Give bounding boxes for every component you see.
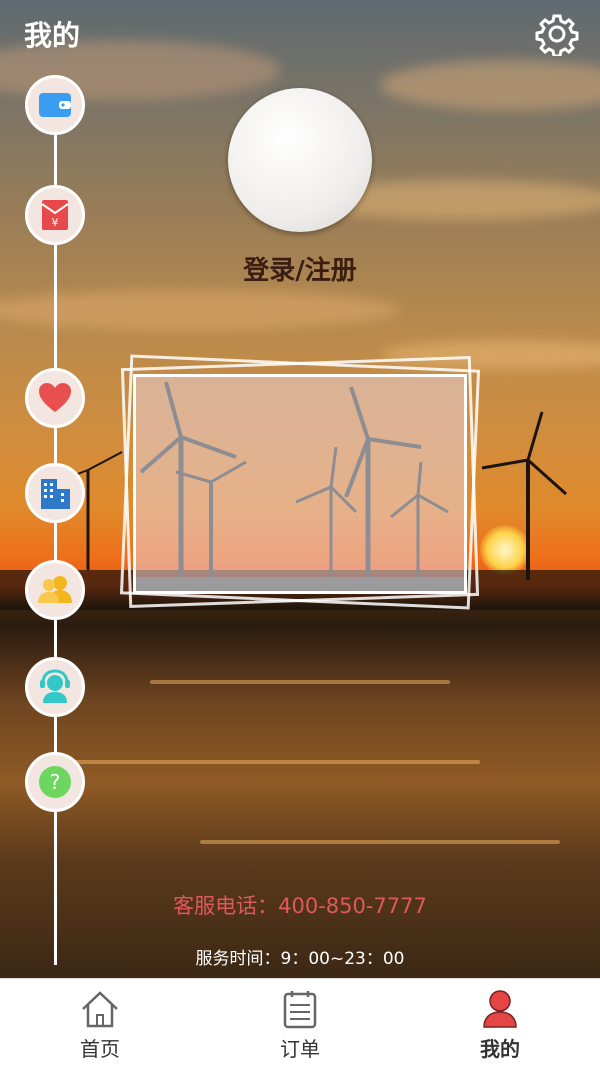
favorites-button[interactable] <box>25 368 85 428</box>
photo-image <box>133 374 467 594</box>
help-button[interactable]: ? <box>25 752 85 812</box>
customer-service-button[interactable] <box>25 657 85 717</box>
svg-text:¥: ¥ <box>52 216 59 229</box>
tab-orders[interactable]: 订单 <box>200 979 400 1068</box>
tab-home-label: 首页 <box>80 1037 120 1061</box>
cloud <box>0 290 400 330</box>
customer-service-icon <box>40 669 70 703</box>
tab-me[interactable]: 我的 <box>400 979 600 1068</box>
person-icon <box>483 990 517 1028</box>
contacts-button[interactable] <box>25 560 85 620</box>
avatar[interactable] <box>228 88 372 232</box>
heart-icon <box>39 383 71 412</box>
company-button[interactable] <box>25 463 85 523</box>
tab-home[interactable]: 首页 <box>0 979 200 1068</box>
wind-turbines-image <box>136 381 464 591</box>
wallet-icon <box>39 93 71 117</box>
page-title: 我的 <box>24 19 81 52</box>
building-icon <box>41 479 70 509</box>
login-register-button[interactable]: 登录/注册 <box>200 250 400 287</box>
water-glint <box>60 760 480 764</box>
tab-me-label: 我的 <box>480 1037 520 1061</box>
wind-turbine <box>481 411 568 580</box>
orders-icon <box>283 991 317 1029</box>
svg-text:?: ? <box>50 770 61 794</box>
red-envelope-button[interactable]: ¥ <box>25 185 85 245</box>
photo-frame <box>119 354 481 610</box>
water-glint <box>150 680 450 684</box>
customer-service-phone[interactable]: 客服电话：400-850-7777 <box>0 890 600 920</box>
contacts-icon <box>38 576 72 603</box>
help-icon: ? <box>39 766 71 798</box>
tab-orders-label: 订单 <box>280 1037 320 1061</box>
wallet-button[interactable] <box>25 75 85 135</box>
water-glint <box>200 840 560 844</box>
red-envelope-icon: ¥ <box>41 200 69 230</box>
cloud <box>380 60 600 110</box>
gear-icon[interactable] <box>535 12 579 56</box>
bottom-tab-bar: 首页 订单 我的 <box>0 978 600 1068</box>
home-icon <box>82 991 118 1028</box>
service-hours: 服务时间：9：00~23：00 <box>195 949 405 969</box>
